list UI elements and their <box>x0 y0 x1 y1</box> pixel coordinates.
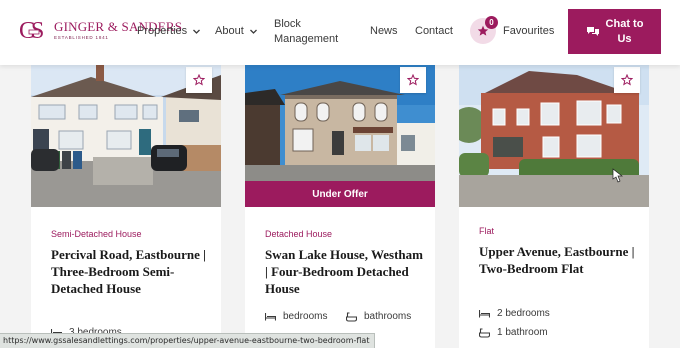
bed-icon <box>265 313 276 321</box>
bathrooms-text: 1 bathroom <box>497 327 548 338</box>
bedrooms-feature: 2 bedrooms <box>479 308 550 319</box>
site-header: G S GINGER & SANDERS ESTABLISHED 1841 Pr… <box>0 0 680 65</box>
property-card[interactable]: Semi-Detached House Percival Road, Eastb… <box>31 65 221 348</box>
bathrooms-feature: 1 bathroom <box>479 327 548 338</box>
favourites-link[interactable]: 0 Favourites <box>470 16 555 44</box>
star-outline-icon <box>407 74 419 86</box>
property-type: Detached House <box>265 229 333 239</box>
nav-news-label: News <box>370 25 398 37</box>
bedrooms-text: 2 bedrooms <box>497 308 550 319</box>
bathrooms-feature: bathrooms <box>346 311 411 322</box>
bed-icon <box>479 310 490 318</box>
favourites-icon-wrap: 0 <box>470 16 498 44</box>
chat-button-line2: Us <box>617 32 632 45</box>
property-title[interactable]: Percival Road, Eastbourne | Three-Bedroo… <box>51 246 211 297</box>
chat-button[interactable]: Chat to Us <box>568 9 661 54</box>
favourites-label: Favourites <box>503 25 555 37</box>
nav-properties[interactable]: Properties <box>137 25 201 37</box>
nav-about-label: About <box>215 25 244 37</box>
add-favourite-button[interactable] <box>400 67 426 93</box>
bath-icon <box>479 327 490 338</box>
logo-monogram: G S <box>18 16 50 44</box>
favourites-count-badge: 0 <box>485 16 498 29</box>
property-photo[interactable]: Under Offer <box>245 65 435 207</box>
nav-news[interactable]: News <box>370 25 398 37</box>
property-title[interactable]: Swan Lake House, Westham | Four-Bedroom … <box>265 246 425 297</box>
nav-contact[interactable]: Contact <box>415 25 453 37</box>
bedrooms-feature: bedrooms <box>265 311 327 322</box>
bedrooms-text: bedrooms <box>283 311 328 322</box>
nav-contact-label: Contact <box>415 25 453 37</box>
chat-bubbles-icon <box>586 26 599 36</box>
chevron-down-icon <box>192 27 201 36</box>
property-type: Semi-Detached House <box>51 229 142 239</box>
nav-properties-label: Properties <box>137 25 188 37</box>
chevron-down-icon <box>249 27 258 36</box>
property-card[interactable]: Flat Upper Avenue, Eastbourne | Two-Bedr… <box>459 65 649 348</box>
chat-button-line1: Chat to <box>605 17 644 30</box>
nav-block-management[interactable]: Block Management <box>274 17 338 47</box>
browser-status-url: https://www.gssalesandlettings.com/prope… <box>0 333 376 348</box>
property-card[interactable]: Under Offer Detached House Swan Lake Hou… <box>245 65 435 348</box>
add-favourite-button[interactable] <box>186 67 212 93</box>
star-outline-icon <box>193 74 205 86</box>
bath-icon <box>346 311 357 322</box>
star-outline-icon <box>621 74 633 86</box>
under-offer-badge: Under Offer <box>245 181 435 207</box>
property-photo[interactable] <box>31 65 221 207</box>
nav-block-management-line1: Block <box>274 18 301 30</box>
nav-block-management-line2: Management <box>274 33 339 45</box>
add-favourite-button[interactable] <box>614 67 640 93</box>
property-type: Flat <box>479 226 495 236</box>
nav-about[interactable]: About <box>215 25 258 37</box>
property-photo[interactable] <box>459 65 649 207</box>
property-title[interactable]: Upper Avenue, Eastbourne | Two-Bedroom F… <box>479 243 639 277</box>
bathrooms-text: bathrooms <box>364 311 412 322</box>
